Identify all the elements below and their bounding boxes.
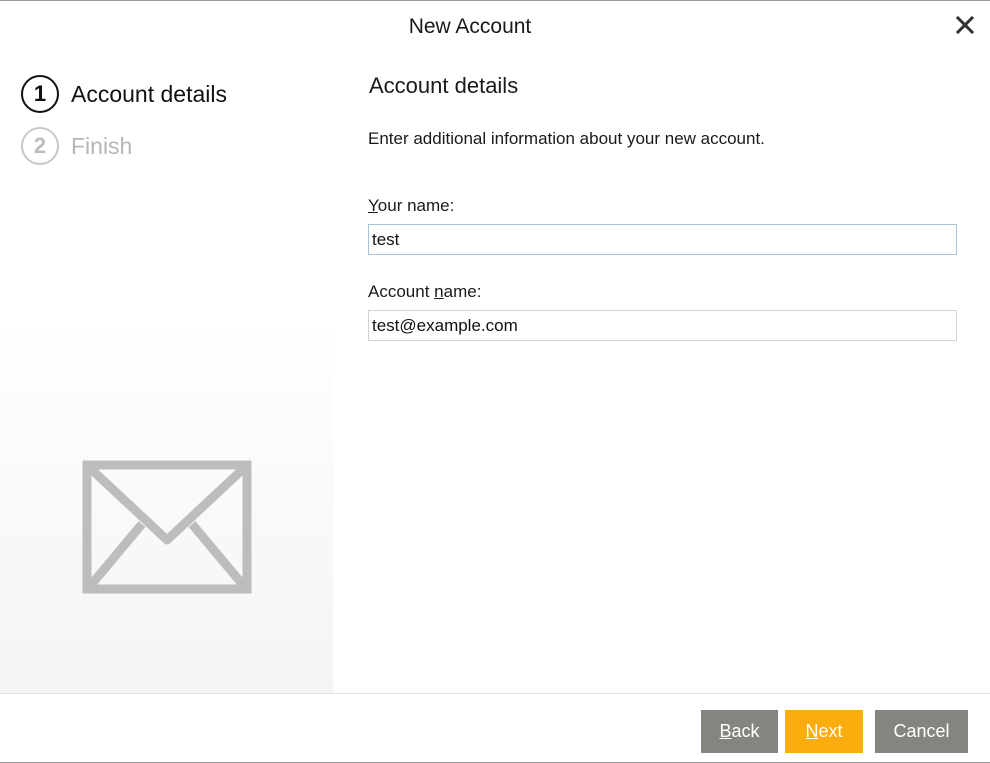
close-button[interactable] <box>951 11 979 39</box>
next-label: ext <box>818 721 843 741</box>
account-name-label: Account name: <box>368 282 481 302</box>
step-finish: 2 Finish <box>21 125 132 167</box>
step-account-details: 1 Account details <box>21 73 227 115</box>
next-button[interactable]: Next <box>785 710 863 753</box>
account-name-label-pre: Account <box>368 282 435 301</box>
section-heading: Account details <box>369 73 519 98</box>
back-accelerator: B <box>719 721 732 741</box>
account-name-accelerator: n <box>434 282 444 301</box>
your-name-input[interactable] <box>368 224 957 255</box>
dialog-footer: Back Next Cancel <box>0 693 990 763</box>
close-icon <box>955 15 975 35</box>
envelope-icon <box>82 460 252 594</box>
step-label: Finish <box>71 132 133 159</box>
section-description: Enter additional information about your … <box>368 129 765 148</box>
back-label: ack <box>731 721 760 741</box>
cancel-button[interactable]: Cancel <box>875 710 968 753</box>
your-name-label: Your name: <box>368 196 454 216</box>
account-name-label-post: ame: <box>443 282 482 301</box>
account-name-input[interactable] <box>368 310 957 341</box>
back-button[interactable]: Back <box>701 710 778 753</box>
new-account-dialog: New Account 1 Account details 2 Finish A… <box>0 0 990 763</box>
next-accelerator: N <box>805 721 819 741</box>
step-number-badge: 2 <box>21 127 59 165</box>
step-number-badge: 1 <box>21 75 59 113</box>
your-name-label-text: our name: <box>377 196 455 215</box>
step-label: Account details <box>71 80 227 107</box>
your-name-accelerator: Y <box>368 196 378 215</box>
steps-panel: 1 Account details 2 Finish <box>0 1 333 693</box>
